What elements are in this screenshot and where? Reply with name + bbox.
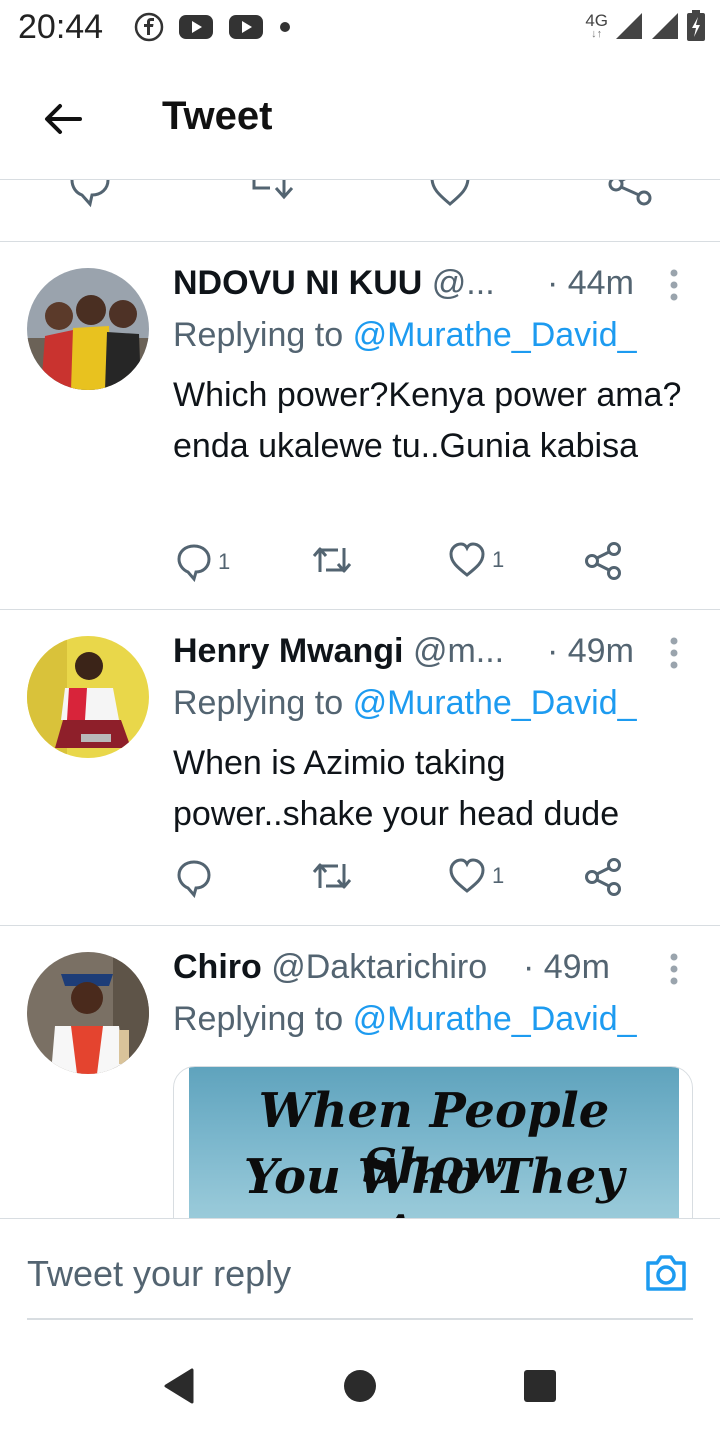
share-button[interactable] (583, 542, 623, 580)
tweet-text: Which power?Kenya power ama?enda ukalewe… (173, 376, 682, 465)
youtube-icon (229, 15, 263, 39)
status-notification-icons (134, 12, 292, 42)
reply-icon[interactable] (68, 180, 112, 208)
like-count: 1 (492, 547, 505, 572)
back-triangle-icon[interactable] (162, 1366, 196, 1406)
tweet-actions: 1 (173, 858, 653, 898)
retweet-icon (312, 863, 352, 889)
main-tweet-actions (0, 180, 720, 242)
top-app-bar: Tweet (0, 58, 720, 180)
user-handle[interactable]: @... (432, 264, 495, 302)
replying-to-mention[interactable]: @Murathe_David_ (353, 316, 637, 354)
like-icon[interactable] (428, 180, 472, 208)
dot-icon (280, 22, 290, 32)
reply-input[interactable]: Tweet your reply (27, 1253, 291, 1295)
signal-icon (652, 13, 678, 39)
tweet-time: · 44m (547, 264, 634, 302)
tweet-header: Chiro @Daktarichiro · 49m (173, 948, 680, 990)
reply-icon (177, 860, 211, 898)
share-icon[interactable] (606, 180, 654, 210)
like-button[interactable]: 1 (448, 542, 504, 578)
reply-tweet[interactable]: Chiro @Daktarichiro · 49m Replying to @M… (0, 926, 720, 1218)
system-nav-bar (0, 1320, 720, 1440)
replies-feed[interactable]: NDOVU NI KUU @... · 44m Replying to @Mur… (0, 180, 720, 1218)
tweet-time: · 49m (523, 948, 610, 986)
avatar[interactable] (27, 268, 149, 390)
display-name[interactable]: NDOVU NI KUU (173, 264, 422, 302)
tweet-header: Henry Mwangi @m... · 49m (173, 632, 680, 674)
reply-tweet[interactable]: NDOVU NI KUU @... · 44m Replying to @Mur… (0, 242, 720, 610)
retweet-icon[interactable] (246, 180, 298, 206)
media-image: When People Show You Who They Are, (189, 1067, 679, 1218)
signal-icon (616, 13, 642, 39)
more-options-icon[interactable] (668, 952, 680, 986)
reply-count: 1 (218, 549, 231, 574)
camera-icon[interactable] (642, 1249, 690, 1297)
reply-composer: Tweet your reply (0, 1218, 720, 1320)
reply-button[interactable] (176, 858, 218, 898)
like-button[interactable]: 1 (448, 858, 504, 894)
replying-to-label: Replying to (173, 316, 344, 354)
replying-to: Replying to @Murathe_David_ (173, 684, 637, 723)
reply-button[interactable]: 1 (176, 542, 230, 582)
replying-to-label: Replying to (173, 684, 344, 722)
home-circle-icon[interactable] (342, 1366, 378, 1406)
replying-to-label: Replying to (173, 1000, 344, 1038)
tweet-text: When is Azimio taking power..shake your … (173, 744, 620, 833)
avatar[interactable] (27, 636, 149, 758)
more-options-icon[interactable] (668, 268, 680, 302)
facebook-icon (134, 12, 164, 42)
recents-square-icon[interactable] (522, 1366, 558, 1406)
tweet-media-image[interactable]: When People Show You Who They Are, (173, 1066, 693, 1218)
tweet-time: · 49m (547, 632, 634, 670)
like-icon (449, 542, 485, 577)
replying-to: Replying to @Murathe_David_ (173, 316, 637, 355)
status-bar: 20:44 4G ↓↑ (0, 0, 720, 58)
page-title: Tweet (162, 94, 273, 138)
status-time: 20:44 (18, 8, 104, 46)
tweet-header: NDOVU NI KUU @... · 44m (173, 264, 680, 306)
display-name[interactable]: Henry Mwangi (173, 632, 403, 670)
tweet-actions: 1 1 (173, 542, 653, 582)
avatar[interactable] (27, 952, 149, 1074)
like-count: 1 (492, 863, 505, 888)
reply-tweet[interactable]: Henry Mwangi @m... · 49m Replying to @Mu… (0, 610, 720, 926)
retweet-icon (312, 547, 352, 573)
data-arrows-icon: ↓↑ (591, 28, 603, 40)
network-type: 4G (585, 11, 608, 30)
youtube-icon (179, 15, 213, 39)
user-handle[interactable]: @Daktarichiro (271, 948, 487, 986)
like-icon (449, 858, 485, 893)
share-icon (585, 542, 621, 580)
more-options-icon[interactable] (668, 636, 680, 670)
share-icon (585, 858, 621, 896)
user-handle[interactable]: @m... (413, 632, 504, 670)
retweet-button[interactable] (311, 542, 359, 578)
share-button[interactable] (583, 858, 623, 896)
reply-icon (177, 544, 211, 582)
display-name[interactable]: Chiro (173, 948, 262, 986)
replying-to-mention[interactable]: @Murathe_David_ (353, 684, 637, 722)
retweet-button[interactable] (311, 858, 359, 894)
status-system-icons: 4G ↓↑ (585, 10, 706, 42)
battery-charging-icon (687, 10, 705, 41)
replying-to: Replying to @Murathe_David_ (173, 1000, 637, 1039)
replying-to-mention[interactable]: @Murathe_David_ (353, 1000, 637, 1038)
media-caption-line: You Who They Are, (243, 1149, 625, 1218)
back-arrow-icon[interactable] (40, 96, 86, 142)
